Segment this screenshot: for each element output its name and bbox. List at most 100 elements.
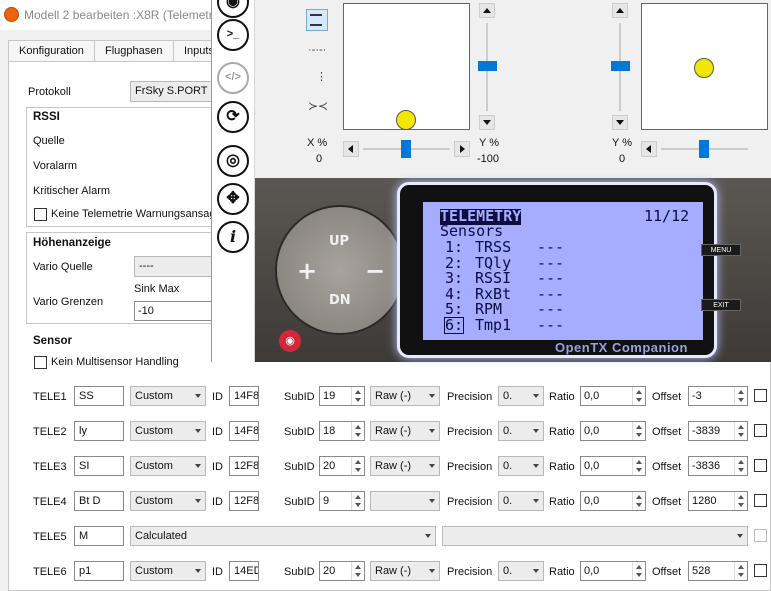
fix-x-icon[interactable]: ·-·-· [308, 44, 326, 56]
sensor-id-input[interactable]: 12F8 [229, 491, 259, 511]
sensor-enable-checkbox[interactable] [754, 459, 767, 472]
no-telemetry-warning-checkbox[interactable] [34, 208, 47, 221]
sensor-enable-checkbox[interactable] [754, 424, 767, 437]
trim-thumb[interactable] [401, 140, 411, 158]
sensor-ratio-spinbox[interactable]: 0,0 [580, 386, 646, 406]
sensor-subid-spinbox[interactable]: 9 [319, 491, 365, 511]
sensor-type-select[interactable]: Custom [130, 491, 206, 511]
sensor-name-input[interactable]: SS [74, 386, 124, 406]
rotate-icon[interactable]: ⟳ [217, 101, 249, 133]
sink-max-spinbox[interactable]: -10 [134, 301, 218, 321]
sensor-type-select[interactable]: Calculated [130, 526, 436, 546]
sensor-precision-select[interactable]: 0. [498, 491, 544, 511]
sensor-enable-checkbox[interactable] [754, 564, 767, 577]
sensor-enable-checkbox[interactable] [754, 389, 767, 402]
sensor-subid-value: 20 [323, 565, 336, 577]
trim-thumb[interactable] [699, 140, 709, 158]
sensor-offset-spinbox[interactable]: -3 [688, 386, 748, 406]
exit-button[interactable]: EXIT [701, 299, 741, 311]
navigation-pad[interactable]: UP DN + − [275, 205, 405, 335]
right-y-label: Y % [612, 137, 632, 149]
sensor-unit-select[interactable]: Raw (-) [370, 561, 440, 581]
sensor-offset-spinbox[interactable]: 528 [688, 561, 748, 581]
right-stick-dot[interactable] [694, 58, 714, 78]
info-icon[interactable]: i [217, 221, 249, 253]
sensor-type-select[interactable]: Custom [130, 561, 206, 581]
trim-down-arrow[interactable] [612, 115, 628, 130]
sensor-ratio-spinbox[interactable]: 0,0 [580, 456, 646, 476]
sensor-unit-select[interactable]: Raw (-) [370, 421, 440, 441]
sensor-id-input[interactable]: 14F8 [229, 421, 259, 441]
sensor-formula-select[interactable] [442, 526, 748, 546]
sensor-offset-spinbox[interactable]: 1280 [688, 491, 748, 511]
sensor-ratio-spinbox[interactable]: 0,0 [580, 561, 646, 581]
sensor-precision-select[interactable]: 0. [498, 386, 544, 406]
pad-down-button[interactable]: DN [329, 293, 351, 308]
trim-thumb[interactable] [611, 61, 630, 71]
fix-y-icon[interactable]: ⋮ [316, 70, 327, 83]
sensor-enable-checkbox[interactable] [754, 529, 767, 542]
sensor-name-input[interactable]: SI [74, 456, 124, 476]
sensor-subid-spinbox[interactable]: 18 [319, 421, 365, 441]
screenshot-camera-icon[interactable]: ◉ [279, 330, 301, 352]
sensor-precision-select[interactable]: 0. [498, 561, 544, 581]
multisensor-checkbox[interactable] [34, 356, 47, 369]
sensor-type-select[interactable]: Custom [130, 456, 206, 476]
sensor-subid-value: 9 [323, 495, 330, 507]
radio-eye-icon[interactable]: ◉ [217, 0, 249, 18]
sensor-name-input[interactable]: M [74, 526, 124, 546]
sensor-name-input[interactable]: ly [74, 421, 124, 441]
menu-button[interactable]: MENU [701, 244, 741, 256]
sensor-ratio-spinbox[interactable]: 0,0 [580, 421, 646, 441]
trim-down-arrow[interactable] [479, 115, 495, 130]
sensor-id-input[interactable]: 14ED [229, 561, 259, 581]
vario-source-select[interactable]: ---- [134, 256, 218, 277]
trim-right-arrow[interactable] [454, 141, 470, 157]
left-vertical-trim[interactable] [477, 3, 497, 131]
left-stick-dot[interactable] [396, 110, 416, 130]
pad-plus-button[interactable]: + [297, 257, 317, 285]
script-icon[interactable]: </> [217, 62, 249, 94]
sensor-type-select[interactable]: Custom [130, 421, 206, 441]
pad-minus-button[interactable]: − [365, 257, 385, 285]
sensor-offset-spinbox[interactable]: -3836 [688, 456, 748, 476]
sensor-name-input[interactable]: p1 [74, 561, 124, 581]
trim-up-arrow[interactable] [612, 3, 628, 18]
center-stick-icon[interactable]: ≻≺ [308, 99, 328, 113]
sensor-type-select[interactable]: Custom [130, 386, 206, 406]
tab-flugphasen[interactable]: Flugphasen [94, 40, 174, 62]
sensor-id-input[interactable]: 12F8 [229, 456, 259, 476]
sensor-ratio-value: 0,0 [584, 460, 600, 472]
sensor-id-input[interactable]: 14F8 [229, 386, 259, 406]
pad-up-button[interactable]: UP [329, 234, 349, 249]
terminal-icon[interactable]: >_ [217, 19, 249, 51]
camera-icon[interactable]: ◎ [217, 145, 249, 177]
sensor-name-input[interactable]: Bt D [74, 491, 124, 511]
sensor-unit-select[interactable]: Raw (-) [370, 386, 440, 406]
sensor-unit-select[interactable]: Raw (-) [370, 456, 440, 476]
sensor-offset-spinbox[interactable]: -3839 [688, 421, 748, 441]
sensor-subid-spinbox[interactable]: 20 [319, 456, 365, 476]
trim-thumb[interactable] [478, 61, 497, 71]
sensor-subid-spinbox[interactable]: 19 [319, 386, 365, 406]
sensor-ratio-spinbox[interactable]: 0,0 [580, 491, 646, 511]
sensor-precision-select[interactable]: 0. [498, 421, 544, 441]
trim-left-arrow[interactable] [343, 141, 359, 157]
right-stick-area[interactable] [641, 3, 768, 130]
lcd-page: 11/12 [644, 207, 690, 225]
right-horizontal-trim[interactable] [641, 140, 768, 158]
sensor-unit-select[interactable] [370, 491, 440, 511]
sensor-enable-checkbox[interactable] [754, 494, 767, 507]
sink-max-value: -10 [138, 305, 154, 317]
protocol-select[interactable]: FrSky S.PORT [130, 81, 214, 102]
left-horizontal-trim[interactable] [343, 140, 470, 158]
right-vertical-trim[interactable] [610, 3, 630, 131]
tab-konfiguration[interactable]: Konfiguration [8, 40, 95, 62]
joystick-icon[interactable]: ✥ [217, 183, 249, 215]
trim-up-arrow[interactable] [479, 3, 495, 18]
sensor-precision-select[interactable]: 0. [498, 456, 544, 476]
trim-left-arrow[interactable] [641, 141, 657, 157]
sensor-type-value: Custom [135, 565, 173, 577]
sensor-subid-spinbox[interactable]: 20 [319, 561, 365, 581]
left-stick-area[interactable] [343, 3, 470, 130]
